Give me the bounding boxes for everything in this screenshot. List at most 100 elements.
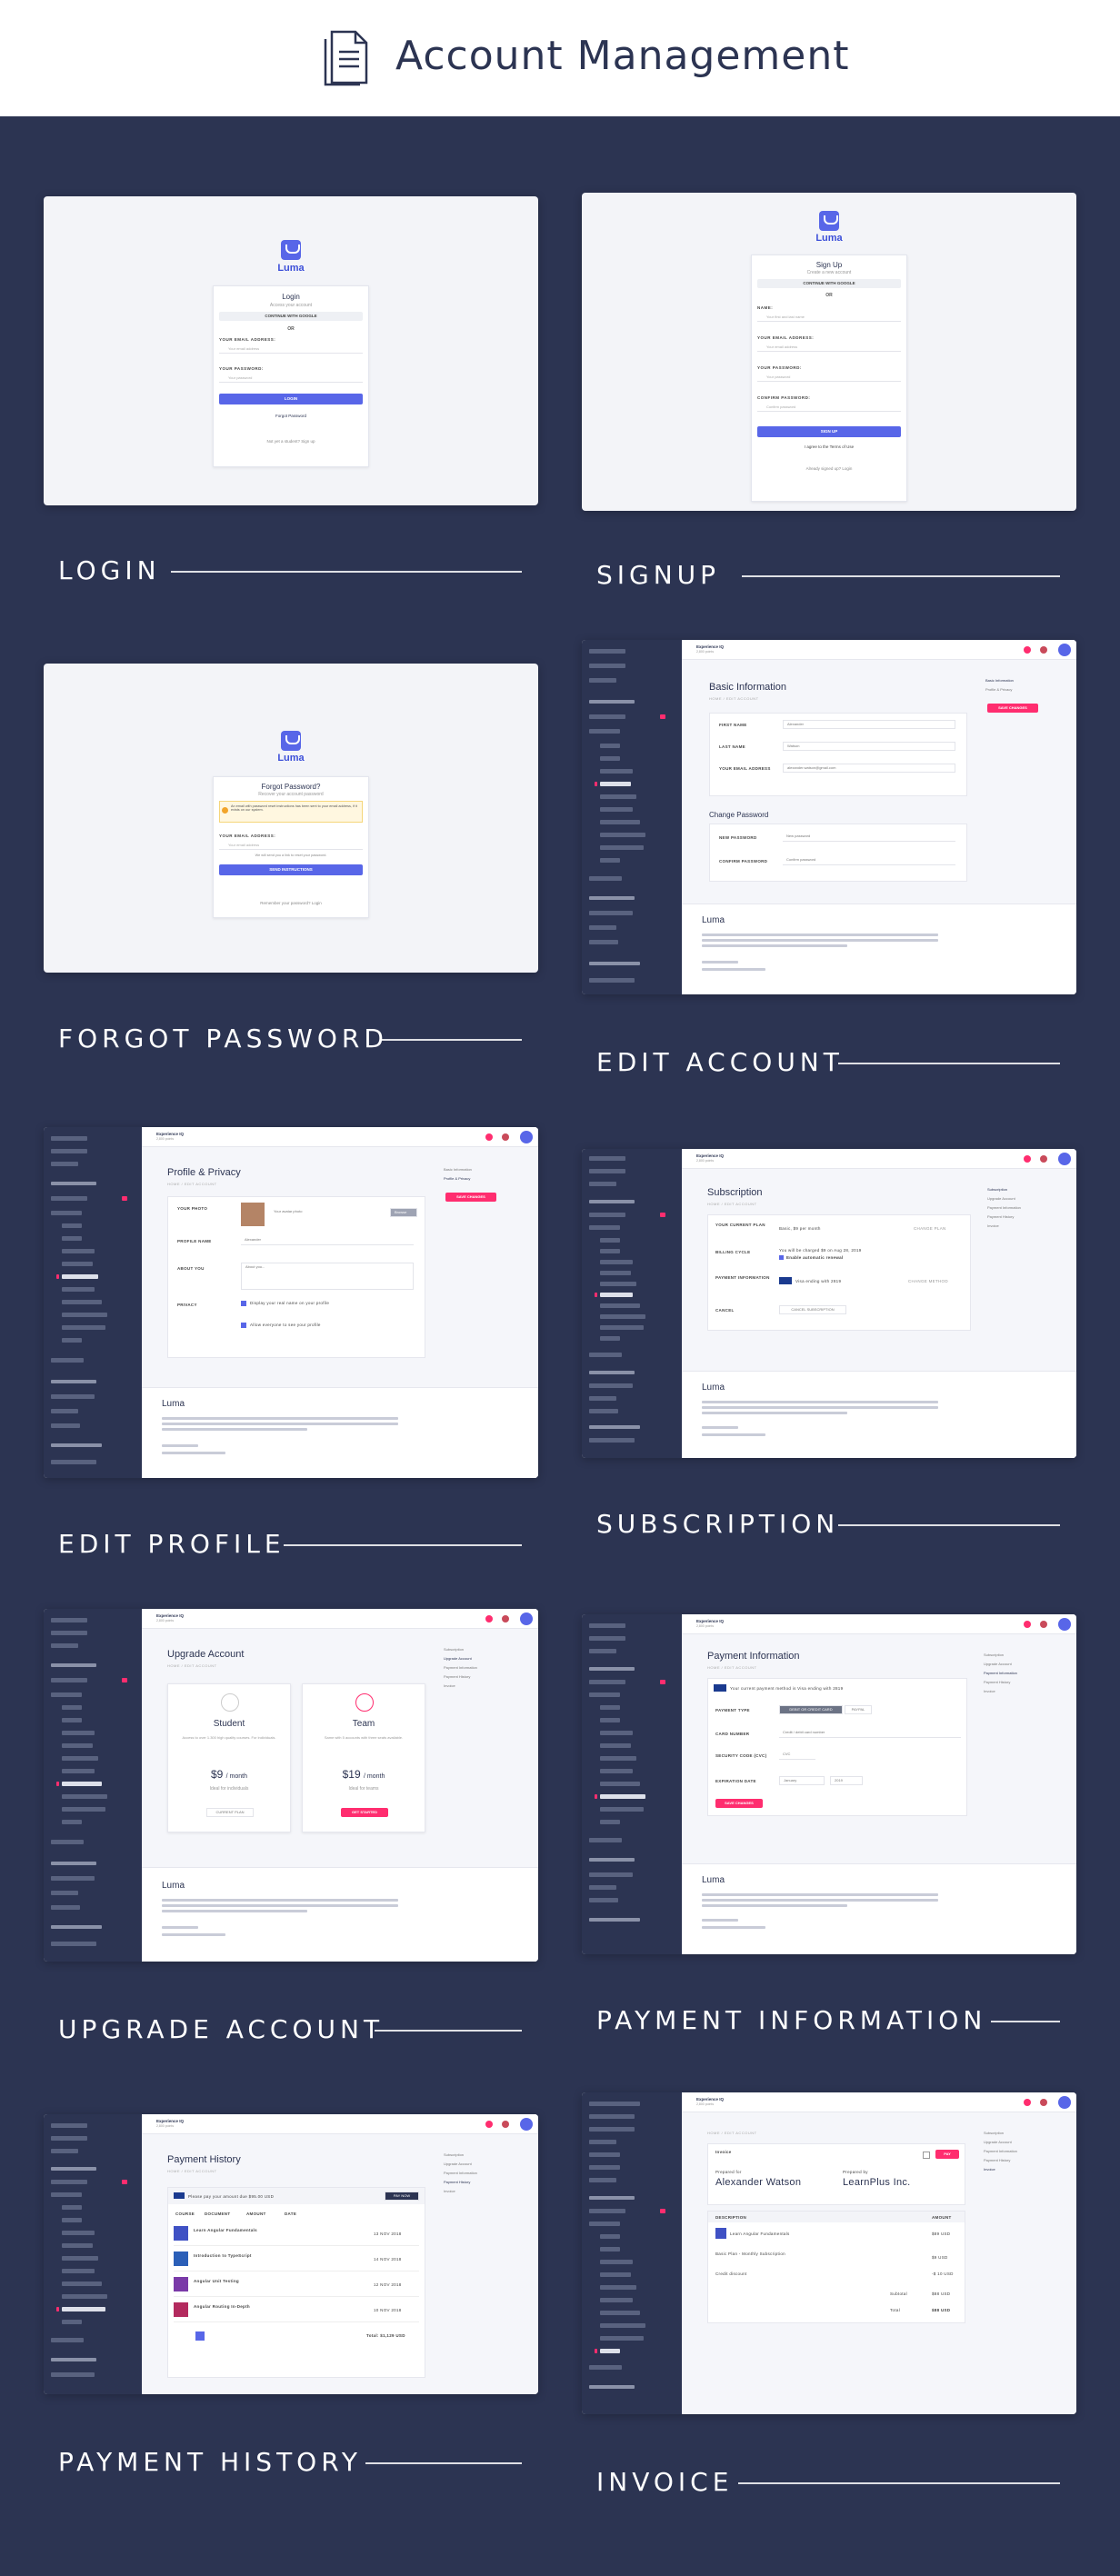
card-type-button[interactable]: DEBIT OR CREDIT CARD: [779, 1705, 843, 1714]
pay-button[interactable]: PAY: [935, 2150, 959, 2159]
toc-item[interactable]: Basic Information: [980, 678, 1014, 683]
current-plan-button[interactable]: CURRENT PLAN: [206, 1808, 254, 1817]
toc-item[interactable]: Payment History: [438, 1674, 470, 1679]
change-method-link[interactable]: CHANGE METHOD: [908, 1279, 948, 1283]
col-course[interactable]: COURSE: [175, 2212, 195, 2216]
flag-icon[interactable]: [1040, 646, 1047, 654]
avatar[interactable]: [1058, 644, 1071, 656]
flag-icon[interactable]: [1040, 1155, 1047, 1163]
toc-item[interactable]: Invoice: [982, 1223, 999, 1228]
cvc-field[interactable]: CVC: [779, 1751, 815, 1760]
toc-item[interactable]: Payment Information: [438, 1665, 477, 1670]
notification-icon[interactable]: [1024, 1621, 1031, 1628]
change-plan-link[interactable]: CHANGE PLAN: [914, 1226, 946, 1231]
notification-icon[interactable]: [485, 2121, 493, 2128]
google-button[interactable]: CONTINUE WITH GOOGLE: [219, 312, 363, 321]
confirm-field[interactable]: Confirm password: [757, 403, 901, 412]
signup-link[interactable]: Not yet a student? Sign up: [214, 439, 368, 444]
toc-item[interactable]: Payment History: [982, 1214, 1014, 1219]
col-date[interactable]: DATE: [285, 2212, 296, 2216]
month-select[interactable]: January: [779, 1776, 825, 1785]
toc-item[interactable]: Subscription: [982, 1187, 1007, 1192]
table-row[interactable]: Angular Routing In-Depth 10 NOV 2018: [174, 2299, 419, 2322]
avatar[interactable]: [520, 1612, 533, 1625]
toc-item[interactable]: Subscription: [438, 1647, 464, 1652]
toc-item[interactable]: Payment History: [438, 2180, 470, 2184]
email-field[interactable]: Your email address: [219, 841, 363, 850]
toc-item[interactable]: Payment History: [978, 2158, 1010, 2162]
paypal-button[interactable]: PAYPAL: [845, 1705, 872, 1714]
toc-item[interactable]: Subscription: [978, 2131, 1004, 2135]
get-started-button[interactable]: GET STARTED: [341, 1808, 388, 1817]
toc-item[interactable]: Upgrade Account: [438, 1656, 472, 1661]
toc-item[interactable]: Upgrade Account: [978, 2140, 1012, 2144]
browse-button[interactable]: Browse: [390, 1208, 417, 1217]
password-field[interactable]: Your password: [219, 374, 363, 383]
about-field[interactable]: About you...: [241, 1263, 414, 1290]
flag-icon[interactable]: [502, 1133, 509, 1141]
new-password-field[interactable]: New password: [783, 833, 955, 842]
privacy-option-1[interactable]: Display your real name on your profile: [250, 1301, 329, 1305]
toc-item[interactable]: Upgrade Account: [438, 2162, 472, 2166]
google-button[interactable]: CONTINUE WITH GOOGLE: [757, 279, 901, 288]
checkbox-icon[interactable]: [241, 1301, 246, 1306]
checkbox-icon[interactable]: [779, 1255, 784, 1260]
toc-item[interactable]: Payment History: [978, 1680, 1010, 1684]
save-changes-button[interactable]: SAVE CHANGES: [445, 1193, 496, 1202]
confirm-password-field[interactable]: Confirm password: [783, 856, 955, 865]
notification-icon[interactable]: [485, 1133, 493, 1141]
avatar[interactable]: [520, 1131, 533, 1143]
email-field[interactable]: Your email address: [757, 343, 901, 352]
table-row[interactable]: Angular Unit Testing 12 NOV 2018: [174, 2273, 419, 2297]
checkbox-icon[interactable]: [241, 1323, 246, 1328]
notification-icon[interactable]: [1024, 646, 1031, 654]
print-icon[interactable]: [923, 2152, 930, 2159]
flag-icon[interactable]: [502, 1615, 509, 1622]
last-name-field[interactable]: Watson: [783, 742, 955, 751]
privacy-option-2[interactable]: Allow everyone to see your profile: [250, 1323, 321, 1327]
pay-now-button[interactable]: PAY NOW: [385, 2192, 419, 2201]
toc-item[interactable]: Invoice: [978, 1689, 995, 1693]
toc-item[interactable]: Upgrade Account: [978, 1662, 1012, 1666]
col-document[interactable]: DOCUMENT: [205, 2212, 230, 2216]
send-instructions-button[interactable]: SEND INSTRUCTIONS: [219, 864, 363, 875]
auto-renew-checkbox[interactable]: Enable automatic renewal: [786, 1255, 843, 1260]
table-row[interactable]: Introduction to TypeScript 14 NOV 2018: [174, 2248, 419, 2271]
toc-item[interactable]: Profile & Privacy: [980, 687, 1012, 692]
toc-item[interactable]: Subscription: [438, 2152, 464, 2157]
login-link[interactable]: Remember your password? Login: [214, 901, 368, 905]
avatar[interactable]: [1058, 2096, 1071, 2109]
avatar[interactable]: [1058, 1618, 1071, 1631]
toc-item[interactable]: Basic Information: [438, 1167, 472, 1172]
first-name-field[interactable]: Alexander: [783, 720, 955, 729]
login-link[interactable]: Already signed up? Login: [752, 466, 906, 471]
flag-icon[interactable]: [502, 2121, 509, 2128]
password-field[interactable]: Your password: [757, 373, 901, 382]
card-number-field[interactable]: Credit / debit card number: [779, 1729, 961, 1738]
email-field[interactable]: Your email address: [219, 344, 363, 354]
name-field[interactable]: Your first and last name: [757, 313, 901, 322]
table-row[interactable]: Learn Angular Fundamentals 13 NOV 2018: [174, 2222, 419, 2246]
login-button[interactable]: LOGIN: [219, 394, 363, 404]
save-changes-button[interactable]: SAVE CHANGES: [715, 1799, 763, 1808]
year-select[interactable]: 2019: [830, 1776, 863, 1785]
avatar[interactable]: [520, 2118, 533, 2131]
toc-item[interactable]: Subscription: [978, 1652, 1004, 1657]
toc-item[interactable]: Payment Information: [978, 1671, 1017, 1675]
col-amount[interactable]: AMOUNT: [246, 2212, 266, 2216]
pagination-current[interactable]: [195, 2331, 205, 2341]
cancel-subscription-button[interactable]: CANCEL SUBSCRIPTION: [779, 1305, 846, 1314]
terms-checkbox[interactable]: I agree to the Terms of Use: [752, 444, 906, 449]
forgot-password-link[interactable]: Forgot Password: [214, 414, 368, 418]
notification-icon[interactable]: [485, 1615, 493, 1622]
toc-item[interactable]: Invoice: [978, 2167, 995, 2172]
toc-item[interactable]: Payment Information: [978, 2149, 1017, 2153]
notification-icon[interactable]: [1024, 1155, 1031, 1163]
photo-field[interactable]: Your avatar photo: [270, 1208, 388, 1217]
toc-item[interactable]: Upgrade Account: [982, 1196, 1015, 1201]
save-changes-button[interactable]: SAVE CHANGES: [987, 704, 1038, 713]
toc-item[interactable]: Profile & Privacy: [438, 1176, 470, 1181]
toc-item[interactable]: Payment Information: [982, 1205, 1021, 1210]
flag-icon[interactable]: [1040, 1621, 1047, 1628]
signup-button[interactable]: SIGN UP: [757, 426, 901, 437]
